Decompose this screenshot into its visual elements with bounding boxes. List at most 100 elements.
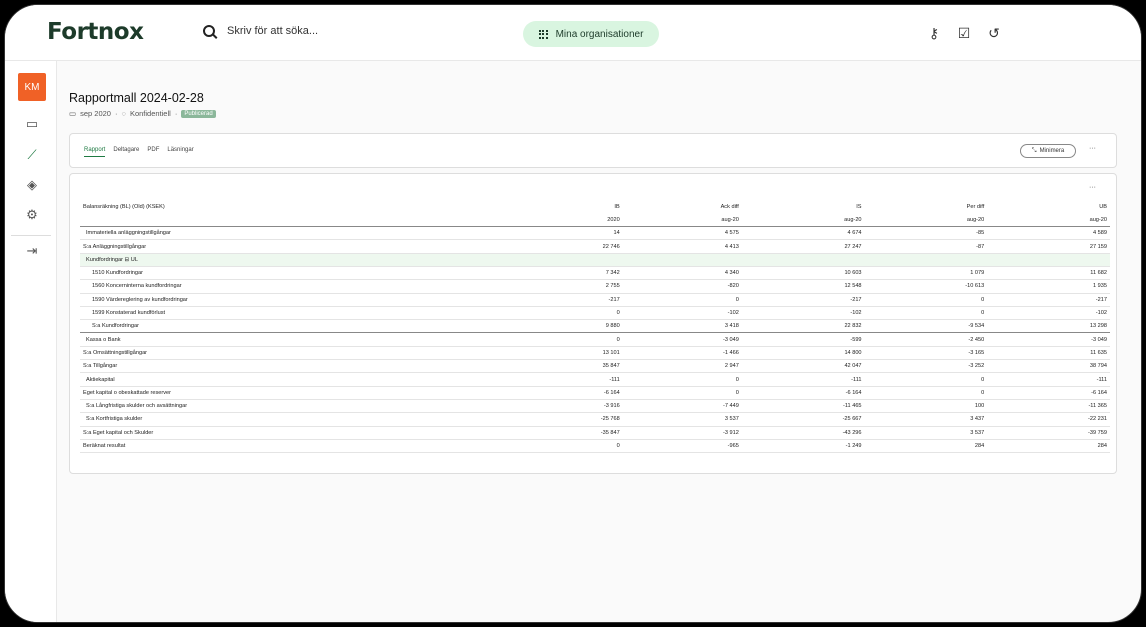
calendar-small-icon: ▭ — [69, 109, 77, 118]
cell-value: 1 079 — [864, 266, 988, 281]
table-row[interactable]: S:a Omsättningstillgångar 13 101 -1 466 14 … — [80, 346, 1110, 361]
cell-value: -6 164 — [741, 386, 865, 400]
collapse-icon: ⤡ — [1031, 147, 1037, 154]
cell-value: 22 746 — [500, 239, 623, 254]
cell-value: 4 413 — [622, 239, 742, 254]
cell-value: 42 047 — [741, 359, 865, 374]
table-row[interactable]: Aktiekapital -111 0 -111 0 -111 — [80, 372, 1110, 387]
cell-value: -10 613 — [864, 279, 988, 294]
minimize-button[interactable]: ⤡ Minimera — [1020, 144, 1076, 158]
report-card: ··· Balansräkning (BL) (Old) (KSEK) IB A… — [69, 173, 1117, 474]
tab-deltagare[interactable]: Deltagare — [113, 147, 139, 157]
users-settings-icon[interactable]: ⚙ — [24, 207, 40, 223]
table-row[interactable]: Kundfordringar ⊟ UL — [80, 253, 1110, 267]
organizations-button-label: Mina organisationer — [555, 28, 644, 40]
table-period-row: 2020 aug-20 aug-20 aug-20 aug-20 — [80, 213, 1110, 228]
cell-value: -25 667 — [741, 412, 865, 427]
cell-value: -111 — [987, 372, 1110, 387]
row-label: S:a Långfristiga skulder och avsättninga… — [80, 399, 500, 414]
cell-value: 14 800 — [741, 346, 865, 361]
cell-value: -102 — [741, 306, 865, 321]
cell-value: 0 — [864, 372, 988, 387]
cell-value: -6 164 — [500, 386, 623, 400]
cell-value: 3 418 — [622, 319, 742, 334]
history-icon[interactable]: ↺ — [987, 25, 1001, 42]
cell-value: -1 249 — [741, 439, 865, 454]
tabs-card: Rapport Deltagare PDF Läsningar ⤡ Minime… — [69, 133, 1117, 168]
cell-value: -599 — [741, 332, 865, 347]
cell-value: 27 247 — [741, 239, 865, 254]
cell-value: 9 880 — [500, 319, 623, 334]
table-row[interactable]: 1560 Koncerninterna kundfordringar 2 755-… — [80, 279, 1110, 294]
table-row[interactable]: 1599 Konstaterad kundförlust 0 -102 -102 0 -1… — [80, 306, 1110, 321]
search-bar[interactable] — [203, 25, 427, 37]
table-row[interactable]: Kassa o Bank 0 -3 049 -599 -2 450 -3 049 — [80, 332, 1110, 347]
page-title: Rapportmall 2024-02-28 — [69, 91, 204, 105]
tab-rapport[interactable]: Rapport — [84, 147, 106, 157]
table-row[interactable]: Eget kapital o obeskattade reserver -6 16… — [80, 386, 1110, 400]
cell-value: 1 935 — [987, 279, 1110, 294]
search-icon[interactable] — [203, 25, 215, 37]
search-input[interactable] — [227, 25, 427, 37]
cell-value — [622, 253, 742, 267]
tab-lasningar[interactable]: Läsningar — [167, 147, 193, 157]
table-row[interactable]: S:a Kortfristiga skulder -25 768 3 537 -25 … — [80, 412, 1110, 427]
cell-value: 0 — [500, 332, 623, 347]
layers-icon[interactable]: ◈ — [24, 177, 40, 193]
cell-value: 2 755 — [500, 279, 623, 294]
cell-value: 13 101 — [500, 346, 623, 361]
cell-value: 12 548 — [741, 279, 865, 294]
expand-icon[interactable]: ⇥ — [24, 243, 40, 259]
cell-value: -25 768 — [500, 412, 623, 427]
cell-value: -217 — [987, 293, 1110, 307]
period-cell: aug-20 — [741, 213, 865, 228]
table-row[interactable]: 1590 Värdereglering av kundfordringar -21… — [80, 293, 1110, 307]
more-icon[interactable]: ··· — [1089, 145, 1096, 152]
cell-value: -217 — [500, 293, 623, 307]
avatar[interactable]: KM — [18, 73, 46, 101]
balance-sheet-table: Balansräkning (BL) (Old) (KSEK) IB Ack d… — [80, 200, 1110, 454]
table-more-icon[interactable]: ··· — [1089, 184, 1096, 191]
table-row[interactable]: Beräknat resultat 0 -965 -1 249 284 284 — [80, 439, 1110, 454]
cell-value: -87 — [864, 239, 988, 254]
chart-icon[interactable]: ⟋ — [24, 147, 40, 163]
key-icon[interactable]: ⚷ — [927, 25, 941, 42]
column-header: Per diff — [966, 203, 985, 210]
cell-value: 284 — [987, 439, 1110, 454]
table-row[interactable]: S:a Anläggningstillgångar 22 746 4 413 27 2… — [80, 239, 1110, 254]
table-row[interactable]: 1510 Kundfordringar 7 342 4 340 10 603 1 079… — [80, 266, 1110, 281]
checklist-icon[interactable]: ☑ — [957, 25, 971, 42]
top-bar: Fortnox Mina organisationer ⚷ ☑ ↺ — [5, 5, 1141, 61]
row-label: 1599 Konstaterad kundförlust — [80, 306, 500, 321]
calendar-icon[interactable]: ▭ — [24, 116, 40, 132]
table-header-row: Balansräkning (BL) (Old) (KSEK) IB Ack d… — [80, 200, 1110, 213]
cell-value: -35 847 — [500, 426, 623, 440]
tabs: Rapport Deltagare PDF Läsningar — [84, 147, 194, 157]
shield-icon: ◌ — [121, 109, 126, 118]
table-row[interactable]: Immateriella anläggningstillgångar 14 4 57… — [80, 226, 1110, 241]
table-row[interactable]: S:a Kundfordringar 9 880 3 418 22 832 -9 534… — [80, 319, 1110, 334]
cell-value: -3 912 — [622, 426, 742, 440]
row-label: S:a Kortfristiga skulder — [80, 412, 500, 427]
sidebar-divider — [11, 235, 51, 236]
table-row[interactable]: S:a Tillgångar 35 847 2 947 42 047 -3 252 38 … — [80, 359, 1110, 374]
row-label: 1590 Värdereglering av kundfordringar — [80, 293, 500, 307]
cell-value: 14 — [500, 226, 623, 241]
row-label: Eget kapital o obeskattade reserver — [80, 386, 500, 400]
cell-value: -820 — [622, 279, 742, 294]
cell-value: 11 682 — [987, 266, 1110, 281]
fortnox-logo[interactable]: Fortnox — [47, 19, 144, 45]
cell-value — [500, 253, 623, 267]
period-cell: aug-20 — [987, 213, 1110, 228]
cell-value: -3 049 — [987, 332, 1110, 347]
cell-value — [864, 253, 988, 267]
table-row[interactable]: S:a Långfristiga skulder och avsättninga… — [80, 399, 1110, 414]
period-cell — [80, 213, 500, 228]
table-row[interactable]: S:a Eget kapital och Skulder -35 847 -3 91… — [80, 426, 1110, 440]
cell-value: -22 231 — [987, 412, 1110, 427]
tab-pdf[interactable]: PDF — [147, 147, 159, 157]
app-window: Fortnox Mina organisationer ⚷ ☑ ↺ KM ▭ ⟋… — [4, 4, 1142, 623]
organizations-button[interactable]: Mina organisationer — [523, 21, 659, 47]
row-label: Aktiekapital — [80, 372, 500, 387]
page-meta: ▭ sep 2020 · ◌ Konfidentiell · Publicera… — [69, 109, 1119, 118]
